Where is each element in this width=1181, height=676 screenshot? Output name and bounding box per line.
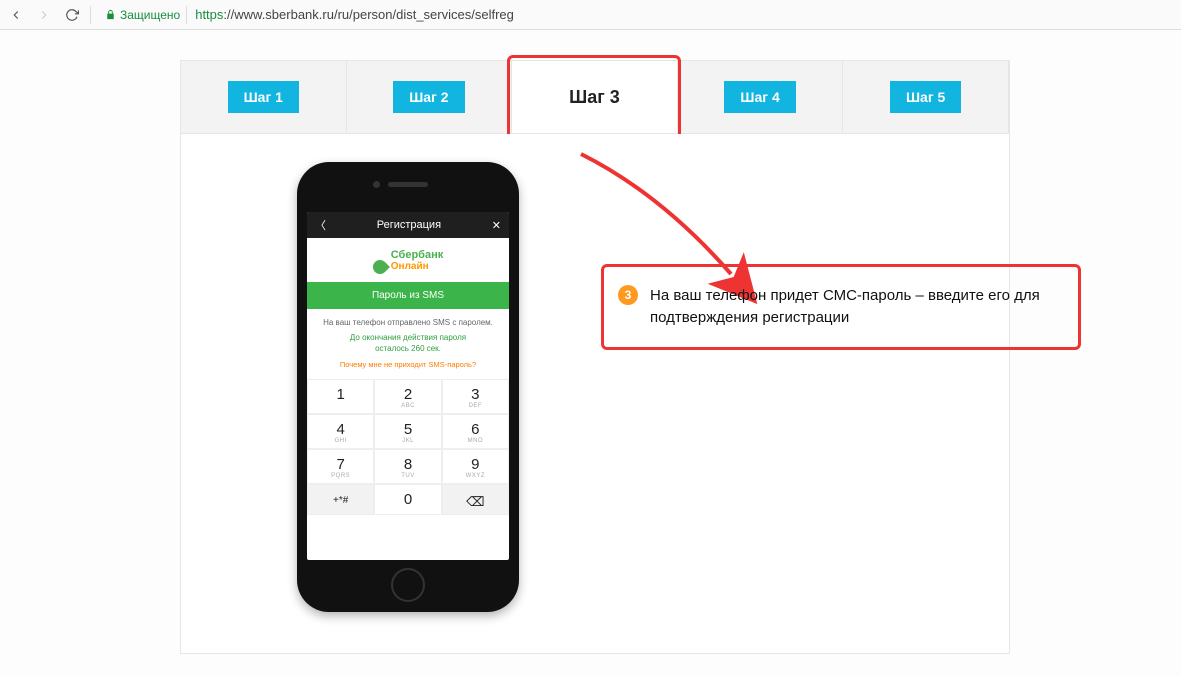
- url-proto: https: [195, 7, 223, 22]
- separator: [90, 6, 91, 24]
- browser-bar: Защищено https://www.sberbank.ru/ru/pers…: [0, 0, 1181, 30]
- msg3[interactable]: Почему мне не приходит SMS-пароль?: [313, 360, 503, 371]
- key-del[interactable]: ⌫: [442, 484, 509, 515]
- phone-speaker: [388, 182, 428, 187]
- key-9[interactable]: 9WXYZ: [442, 449, 509, 484]
- key-8[interactable]: 8TUV: [374, 449, 441, 484]
- reload-button[interactable]: [62, 5, 82, 25]
- phone-mockup: 〈 Регистрация ✕ СбербанкОнлайн Пароль из…: [297, 162, 519, 612]
- green-bar: Пароль из SMS: [307, 282, 509, 309]
- screen-logo: СбербанкОнлайн: [307, 238, 509, 282]
- step4-button[interactable]: Шаг 4: [724, 81, 795, 113]
- callout-text: На ваш телефон придет СМС-пароль – введи…: [650, 285, 1060, 329]
- screen-header: 〈 Регистрация ✕: [307, 212, 509, 238]
- key-2[interactable]: 2ABC: [374, 379, 441, 414]
- key-5[interactable]: 5JKL: [374, 414, 441, 449]
- secure-badge: Защищено: [99, 6, 187, 24]
- tab-step2[interactable]: Шаг 2: [347, 61, 513, 133]
- url-rest: ://www.sberbank.ru/ru/person/dist_servic…: [223, 7, 513, 22]
- step5-button[interactable]: Шаг 5: [890, 81, 961, 113]
- phone-screen: 〈 Регистрация ✕ СбербанкОнлайн Пароль из…: [307, 212, 509, 560]
- screen-title: Регистрация: [377, 219, 441, 231]
- content: Шаг 1 Шаг 2 Шаг 3 Шаг 4 Шаг 5 〈 Регистра…: [180, 60, 1010, 654]
- step-tabs: Шаг 1 Шаг 2 Шаг 3 Шаг 4 Шаг 5: [180, 60, 1010, 134]
- key-0[interactable]: 0: [374, 484, 441, 515]
- page: Шаг 1 Шаг 2 Шаг 3 Шаг 4 Шаг 5 〈 Регистра…: [0, 30, 1181, 676]
- secure-label: Защищено: [120, 8, 180, 22]
- brand1: Сбербанк: [391, 249, 444, 261]
- lock-icon: [105, 9, 116, 20]
- key-1[interactable]: 1: [307, 379, 374, 414]
- tab-step4[interactable]: Шаг 4: [678, 61, 844, 133]
- home-button[interactable]: [391, 568, 425, 602]
- active-tab-highlight: [507, 55, 681, 139]
- back-icon[interactable]: 〈: [315, 217, 326, 233]
- msg2: До окончания действия пароляосталось 260…: [313, 332, 503, 354]
- msg1: На ваш телефон отправлено SMS с паролем.: [313, 317, 503, 328]
- phone-camera: [373, 181, 380, 188]
- forward-button[interactable]: [34, 5, 54, 25]
- key-7[interactable]: 7PQRS: [307, 449, 374, 484]
- tab-step5[interactable]: Шаг 5: [843, 61, 1009, 133]
- key-6[interactable]: 6MNO: [442, 414, 509, 449]
- key-3[interactable]: 3DEF: [442, 379, 509, 414]
- key-4[interactable]: 4GHI: [307, 414, 374, 449]
- callout-number: 3: [618, 285, 638, 305]
- step1-button[interactable]: Шаг 1: [228, 81, 299, 113]
- main-panel: 〈 Регистрация ✕ СбербанкОнлайн Пароль из…: [180, 134, 1010, 654]
- key-sym[interactable]: +*#: [307, 484, 374, 515]
- close-icon[interactable]: ✕: [492, 219, 501, 232]
- tab-step1[interactable]: Шаг 1: [181, 61, 347, 133]
- url-bar[interactable]: https://www.sberbank.ru/ru/person/dist_s…: [195, 7, 514, 22]
- keypad: 1 2ABC 3DEF 4GHI 5JKL 6MNO 7PQRS 8TUV 9W…: [307, 379, 509, 515]
- back-button[interactable]: [6, 5, 26, 25]
- instruction-callout: 3 На ваш телефон придет СМС-пароль – вве…: [601, 264, 1081, 350]
- screen-message: На ваш телефон отправлено SMS с паролем.…: [307, 309, 509, 379]
- brand2: Онлайн: [391, 261, 429, 272]
- sber-leaf-icon: [370, 257, 390, 277]
- step2-button[interactable]: Шаг 2: [393, 81, 464, 113]
